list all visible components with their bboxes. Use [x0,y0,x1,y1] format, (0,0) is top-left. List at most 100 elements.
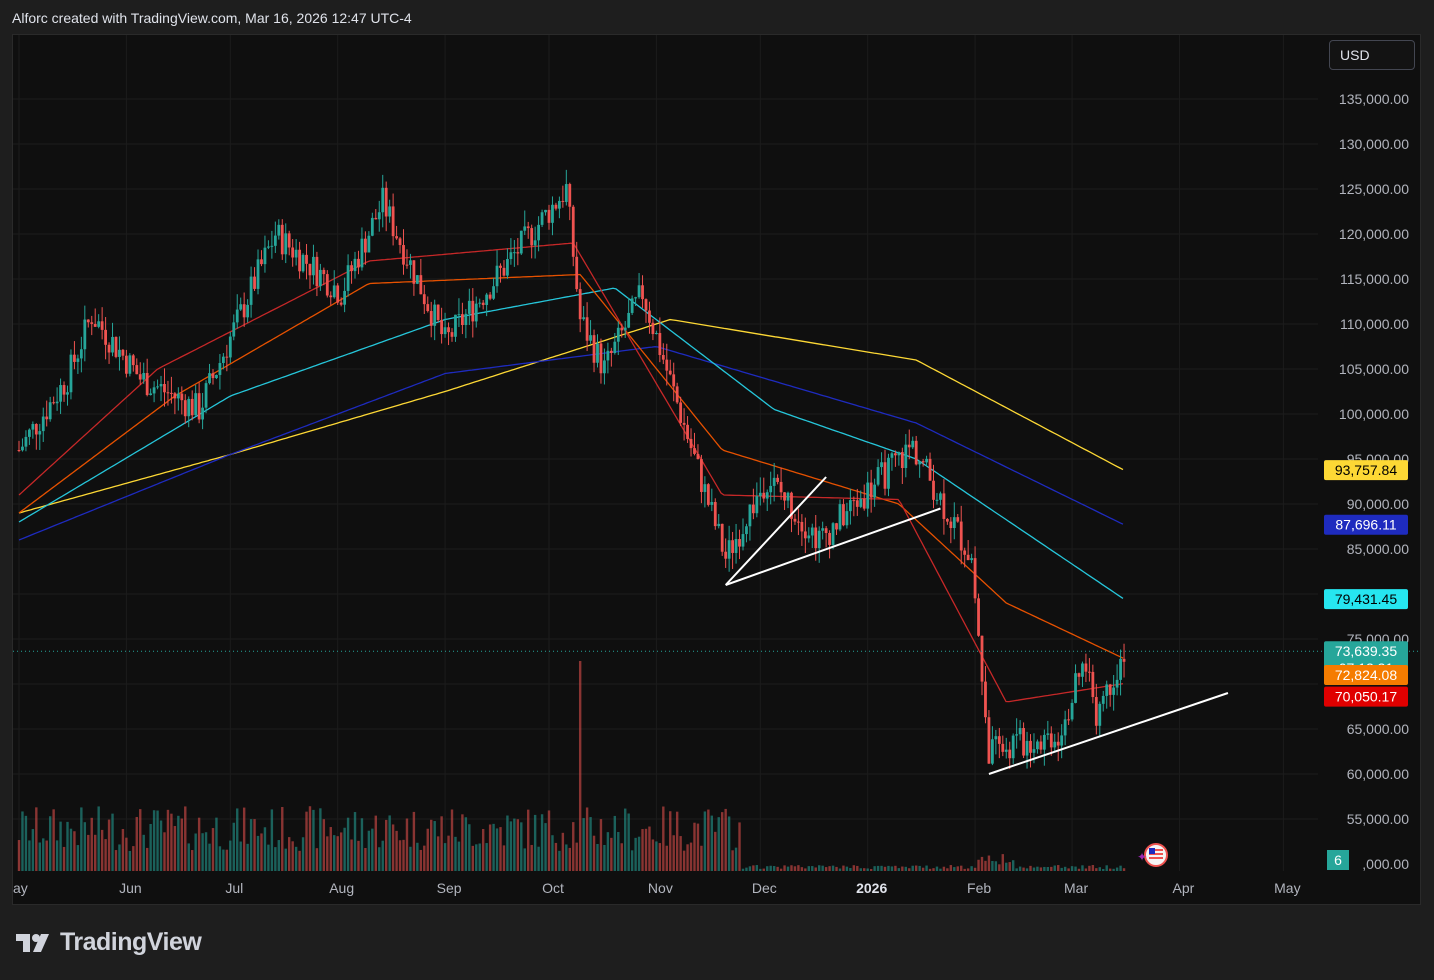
volume-bar [890,866,894,871]
candle-body [925,458,928,463]
candle-body [918,461,922,465]
candle-body [287,233,291,248]
y-tick-label: 85,000.00 [1347,541,1409,557]
volume-bar [762,868,765,871]
y-tick-label: 125,000.00 [1339,181,1409,197]
volume-bar [627,813,630,871]
volume-bar [48,816,52,871]
candle-body [661,354,665,360]
candle-body [928,458,932,481]
candle-body [956,517,960,522]
candle-body [1070,702,1074,720]
tradingview-logo[interactable]: TradingView [16,928,202,957]
volume-bar [267,844,270,871]
volume-bar [478,843,481,871]
volume-bar [606,832,610,871]
candle-body [485,294,489,305]
candle-body [478,302,482,304]
volume-bar [953,867,956,871]
volume-bar [159,820,163,871]
candle-body [876,467,880,485]
candle-body [914,440,918,465]
volume-bar [170,813,173,871]
volume-bar [492,823,495,871]
flag-icon[interactable]: ✦ [1137,843,1168,867]
volume-bar [904,866,907,871]
volume-bar [634,837,637,871]
candle-body [700,459,703,492]
volume-bar [135,816,138,871]
candle-body [755,496,759,514]
candle-body [187,398,191,417]
price-chart[interactable]: 135,000.00 130,000.00 125,000.00 120,000.00… [13,35,1420,904]
volume-bar [1036,866,1039,871]
candle-body [997,736,1001,744]
candle-body [277,224,281,236]
volume-bar [1091,865,1095,871]
volume-bar [745,867,748,871]
candle-body [249,276,253,305]
candle-body [183,400,187,417]
volume-bar [464,817,468,871]
price-label-text: 73,639.35 [1335,643,1397,659]
currency-selector[interactable]: USD [1329,40,1415,70]
volume-bar [395,830,398,871]
volume-bar [610,837,613,871]
candle-body [814,527,818,549]
candle-body [627,312,631,328]
candle-body [1029,740,1032,753]
volume-bar [38,842,41,871]
volume-bar [339,832,343,871]
candle-body [848,500,852,512]
candle-body [966,554,970,561]
candle-body [800,521,804,532]
candle-body [526,226,530,229]
volume-bar [430,819,433,871]
volume-bar [672,835,675,871]
volume-bar [734,847,738,871]
candle-body [436,304,440,321]
volume-bar [980,856,984,871]
candle-body [654,332,658,335]
candle-body [1018,728,1022,735]
volume-bar [883,866,887,871]
candle-body [644,299,648,311]
volume-bar [821,865,824,871]
chart-frame[interactable]: 135,000.00 130,000.00 125,000.00 120,000.00… [12,34,1421,905]
candle-body [83,319,87,350]
candle-body [537,224,541,241]
volume-bar [263,827,267,871]
candle-body [145,373,149,396]
volume-bar [433,821,436,871]
candle-body [817,530,821,549]
candle-body [62,385,66,395]
candle-body [921,461,925,463]
y-tick-label: 100,000.00 [1339,406,1409,422]
volume-bar [194,833,197,871]
volume-bar [471,845,474,871]
candle-body [1032,749,1036,753]
volume-bar [346,817,350,871]
volume-bar [707,809,710,871]
volume-bar [800,867,804,871]
y-tick-label: 115,000.00 [1340,271,1409,287]
volume-bar [1108,868,1112,871]
volume-bar [52,809,55,871]
volume-bar [87,834,90,871]
candle-body [350,265,353,272]
volume-bar [991,861,994,871]
volume-bar [450,809,454,871]
volume-bar [495,828,499,871]
volume-bar [786,866,790,871]
volume-bar [540,814,544,871]
candle-body [142,373,146,380]
candle-body [256,259,260,289]
candle-body [769,485,773,493]
volume-bar [537,846,540,871]
volume-bar [793,866,797,871]
volume-bar [1098,867,1101,871]
candle-body [540,212,544,225]
candle-body [1042,734,1046,750]
volume-bar [1063,866,1067,871]
candle-body [1094,697,1098,726]
